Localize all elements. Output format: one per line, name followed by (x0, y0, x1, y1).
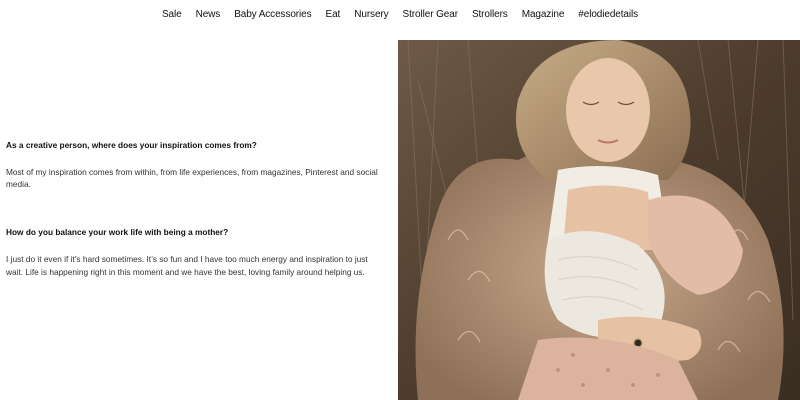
nav-item-magazine[interactable]: Magazine (522, 9, 565, 20)
nav-item-news[interactable]: News (196, 9, 221, 20)
nav-item-strollers[interactable]: Strollers (472, 9, 508, 20)
mother-breastfeeding-photo (398, 40, 800, 400)
interview-question: As a creative person, where does your in… (6, 140, 257, 150)
interview-answer: I just do it even if it’s hard sometimes… (6, 253, 368, 277)
nav-item-elodiedetails[interactable]: #elodiedetails (578, 9, 638, 20)
nav-item-nursery[interactable]: Nursery (354, 9, 388, 20)
interview-article: As a creative person, where does your in… (6, 140, 386, 315)
main-navigation: Sale News Baby Accessories Eat Nursery S… (0, 0, 800, 28)
interview-answer: Most of my inspiration comes from within… (6, 166, 378, 190)
nav-item-eat[interactable]: Eat (326, 9, 341, 20)
nav-item-stroller-gear[interactable]: Stroller Gear (403, 9, 458, 20)
interview-question: How do you balance your work life with b… (6, 227, 229, 238)
nav-item-baby-accessories[interactable]: Baby Accessories (234, 9, 311, 20)
nav-item-sale[interactable]: Sale (162, 9, 182, 20)
